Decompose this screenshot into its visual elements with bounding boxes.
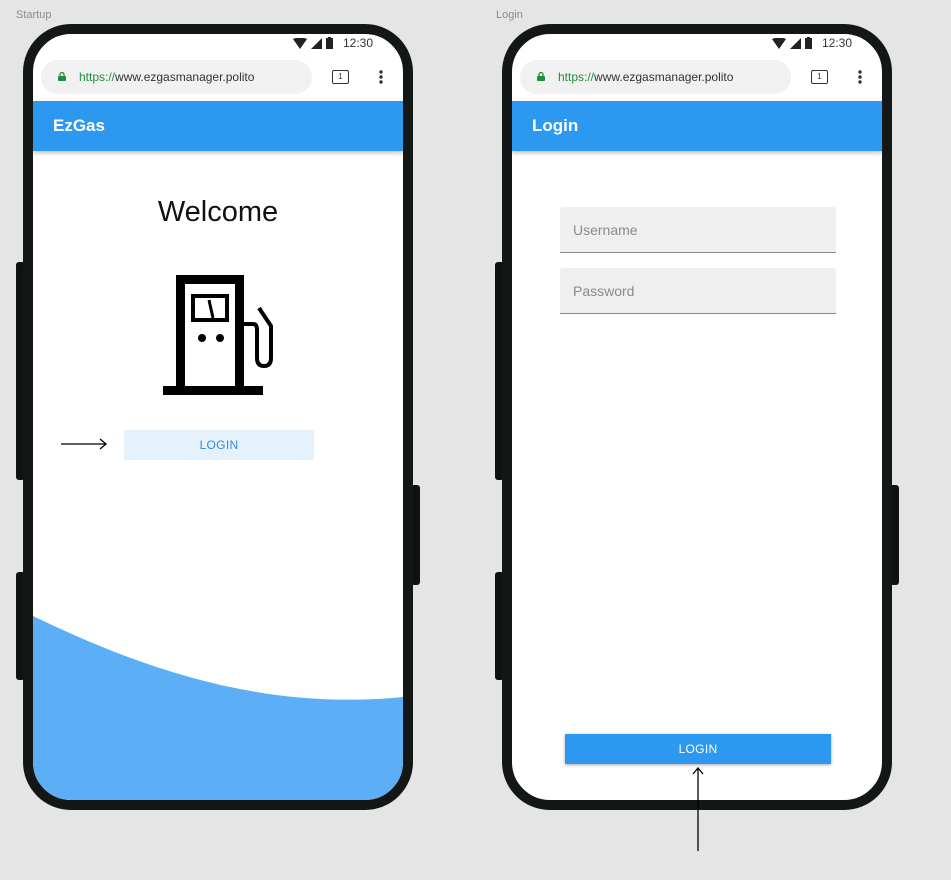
- signal-icon: [789, 37, 801, 49]
- tabs-icon[interactable]: 1: [811, 70, 828, 84]
- gas-pump-icon: [163, 275, 273, 395]
- signal-icon: [310, 37, 322, 49]
- url-text: https://www.ezgasmanager.polito: [79, 70, 254, 84]
- lock-icon: [537, 72, 545, 81]
- welcome-heading: Welcome: [157, 196, 279, 228]
- url-host: www.ezgasmanager.polito: [594, 70, 734, 84]
- status-time: 12:30: [821, 36, 852, 50]
- battery-icon: [804, 37, 812, 49]
- login-submit-button[interactable]: LOGIN: [565, 734, 831, 764]
- username-input[interactable]: [560, 207, 836, 252]
- url-host: www.ezgasmanager.polito: [115, 70, 255, 84]
- url-scheme: https://: [79, 70, 116, 84]
- wifi-icon: [292, 37, 307, 49]
- url-bar[interactable]: https://www.ezgasmanager.polito: [520, 60, 791, 94]
- tab-count: 1: [817, 72, 822, 81]
- phone-startup: 12:30 https://www.ezgasmanager.polito 1 …: [16, 24, 420, 810]
- url-scheme: https://: [558, 70, 595, 84]
- menu-icon[interactable]: [858, 70, 862, 84]
- app-title: Login: [532, 116, 579, 135]
- lock-icon: [58, 72, 66, 81]
- url-text: https://www.ezgasmanager.polito: [558, 70, 733, 84]
- password-field[interactable]: [560, 268, 836, 314]
- login-button[interactable]: LOGIN: [124, 430, 314, 460]
- app-title: EzGas: [53, 116, 105, 135]
- screen-login: 12:30 https://www.ezgasmanager.polito 1 …: [502, 24, 892, 810]
- status-bar: 12:30: [33, 34, 403, 61]
- password-input[interactable]: [560, 268, 836, 313]
- tabs-icon[interactable]: 1: [332, 70, 349, 84]
- tab-count: 1: [338, 72, 343, 81]
- battery-icon: [325, 37, 333, 49]
- frame-label-startup: Startup: [16, 9, 52, 21]
- frame-label-login: Login: [496, 9, 523, 21]
- app-bar: Login: [512, 101, 882, 151]
- app-bar: EzGas: [33, 101, 403, 151]
- menu-icon[interactable]: [379, 70, 383, 84]
- url-bar[interactable]: https://www.ezgasmanager.polito: [41, 60, 312, 94]
- status-time: 12:30: [342, 36, 373, 50]
- wifi-icon: [771, 37, 786, 49]
- screen-startup: 12:30 https://www.ezgasmanager.polito 1 …: [23, 24, 413, 810]
- wave-decoration: [33, 616, 403, 800]
- username-field[interactable]: [560, 207, 836, 253]
- status-bar: 12:30: [512, 34, 882, 61]
- phone-login: 12:30 https://www.ezgasmanager.polito 1 …: [495, 24, 899, 810]
